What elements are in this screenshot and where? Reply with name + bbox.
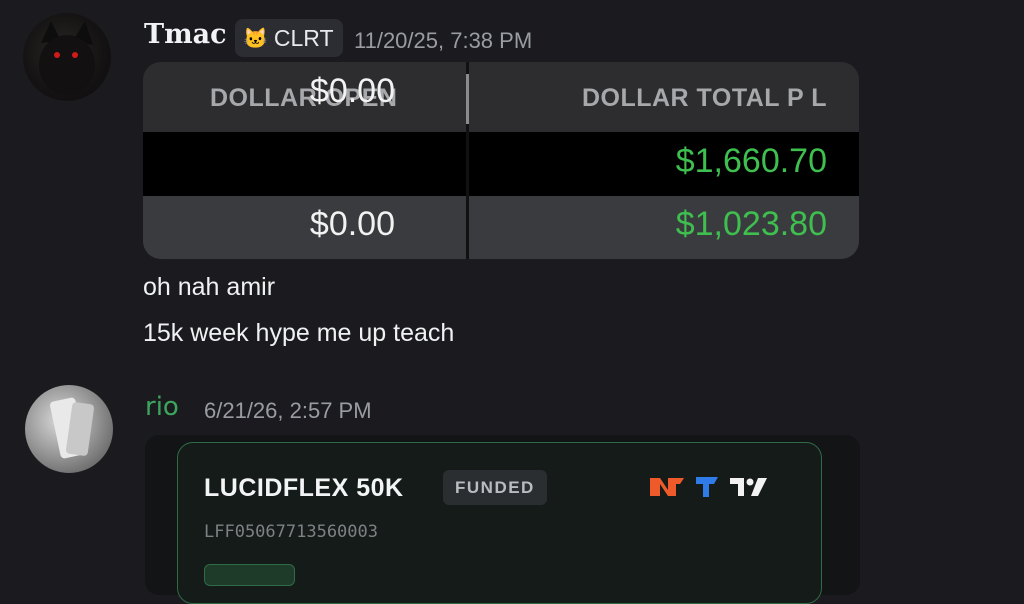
cat-tag-icon: 🐱 [243,27,268,50]
user-tag[interactable]: 🐱 CLRT [235,19,343,57]
cell-dollar-open: $0.00 [309,205,395,243]
avatar-rio[interactable] [25,385,113,473]
timestamp: 6/21/26, 2:57 PM [204,398,372,423]
message-text: oh nah amir [143,273,276,301]
cell-total-pl: $1,023.80 [675,205,827,243]
tradovate-logo-icon [696,477,718,497]
black-cat-avatar-icon [39,21,95,95]
card-action-button[interactable] [204,564,295,586]
account-id: LFF05067713560003 [204,522,378,542]
account-title: LUCIDFLEX 50K [204,474,404,502]
avatar-tmac[interactable] [23,13,111,101]
photo-avatar-icon [49,397,94,459]
cell-total-pl: $1,660.70 [675,142,827,180]
header-divider [466,74,469,124]
username-rio[interactable]: rio [145,392,179,422]
platform-logos [650,475,768,499]
status-badge: FUNDED [443,470,547,505]
cell-dollar-open: $0.00 [309,72,395,110]
column-header-total-pl: DOLLAR TOTAL P L [581,84,827,112]
message-text: 15k week hype me up teach [143,319,455,347]
tradingview-logo-icon [730,478,767,496]
user-tag-label: CLRT [273,24,334,51]
username-tmac[interactable]: Tmac [144,19,227,50]
pl-table-image[interactable]: DOLLAR OPEN DOLLAR TOTAL P L $0.00 $1,66… [143,62,859,259]
timestamp: 11/20/25, 7:38 PM [354,28,533,53]
ninjatrader-logo-icon [650,478,684,496]
